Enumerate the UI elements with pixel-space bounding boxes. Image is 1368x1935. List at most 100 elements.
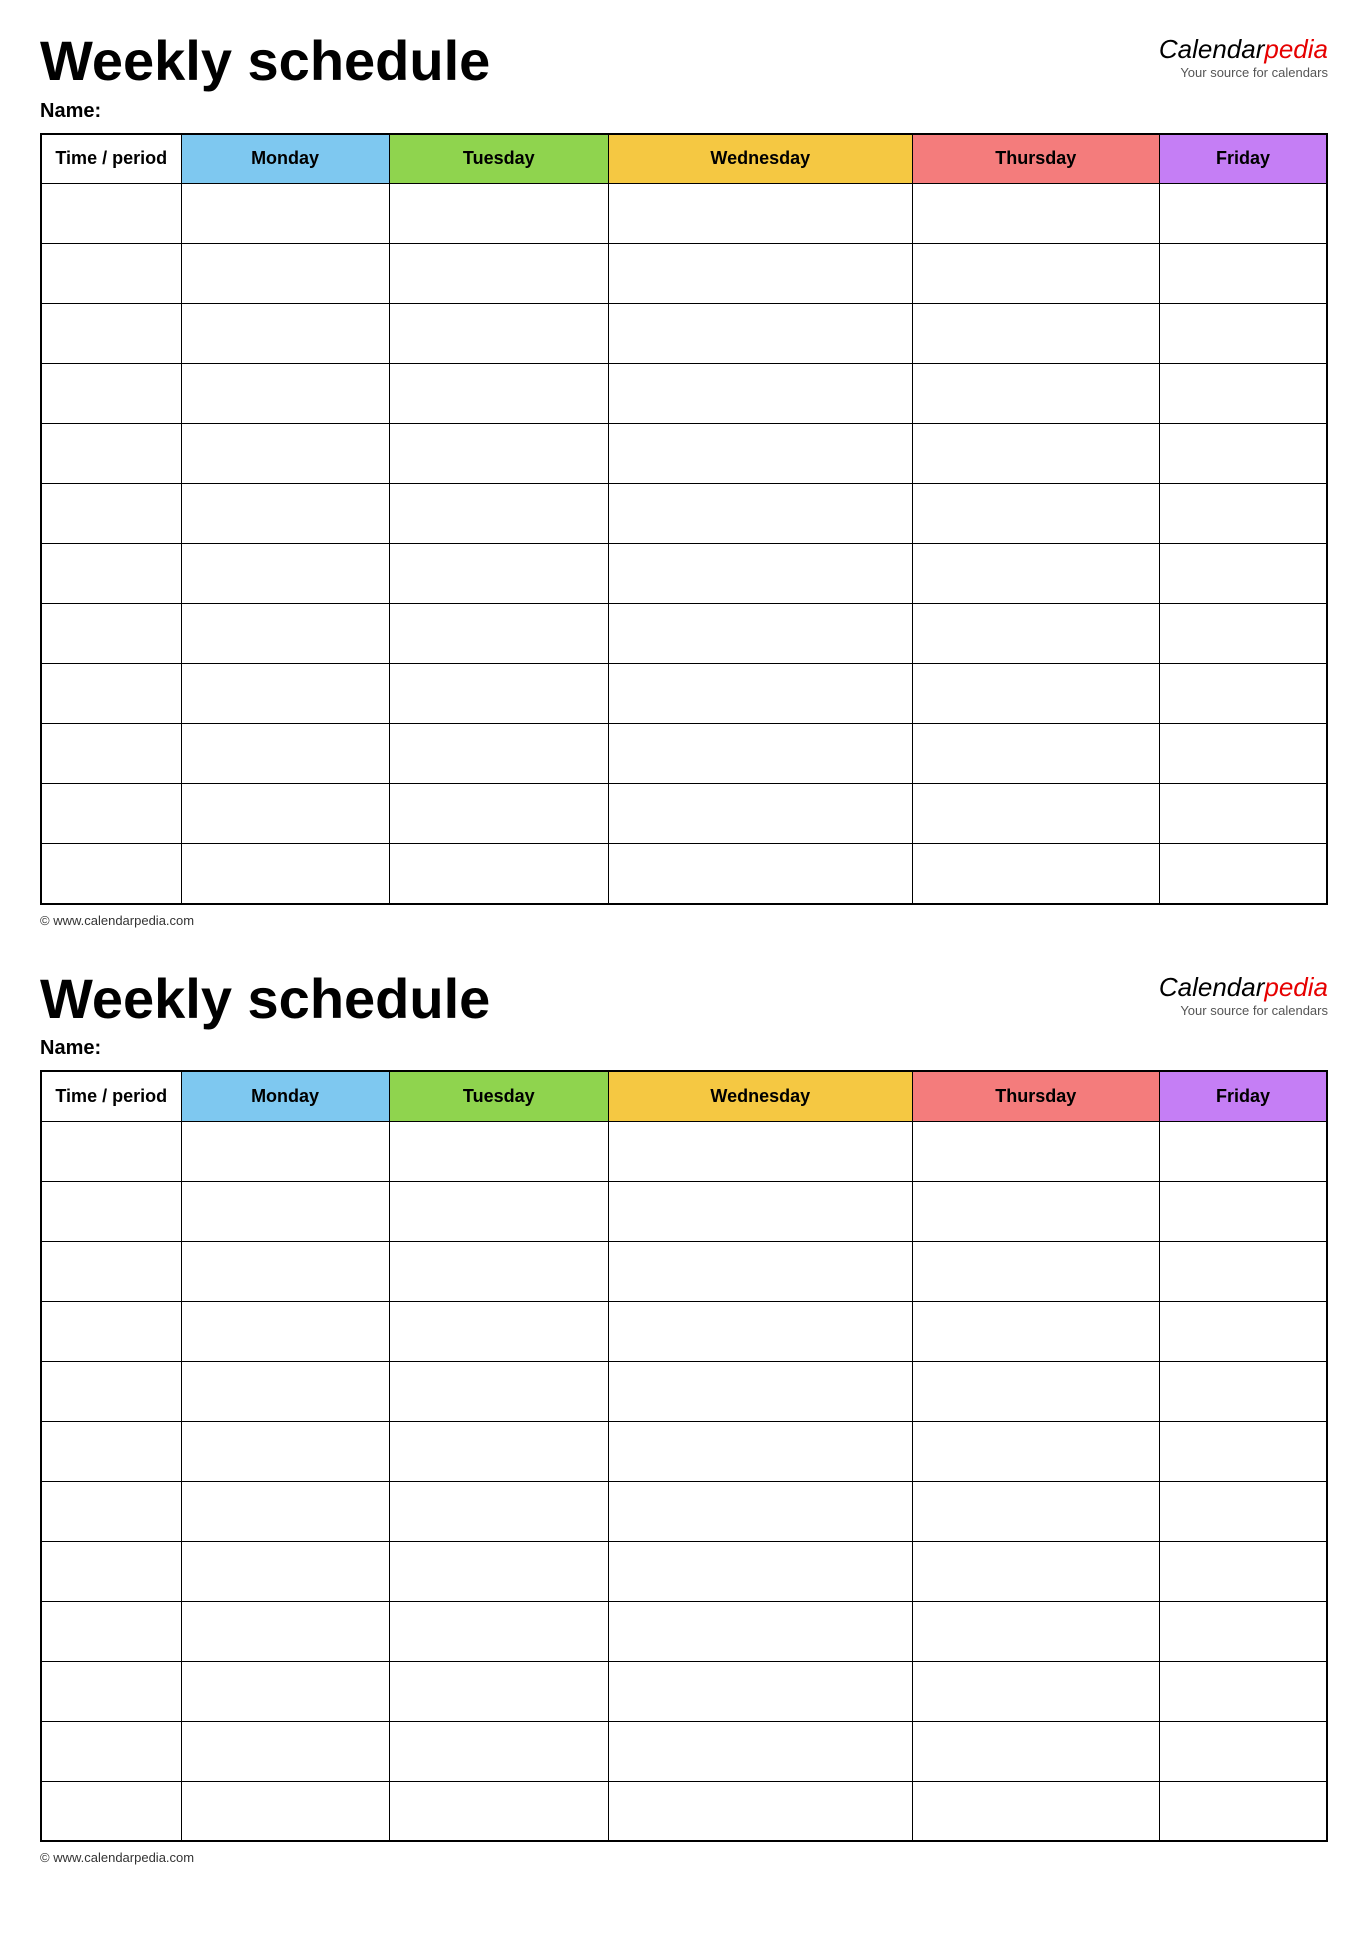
- table-cell[interactable]: [608, 1481, 912, 1541]
- table-cell[interactable]: [181, 1241, 389, 1301]
- table-cell[interactable]: [41, 1421, 181, 1481]
- table-cell[interactable]: [1160, 304, 1328, 364]
- table-cell[interactable]: [912, 484, 1159, 544]
- table-cell[interactable]: [912, 1541, 1159, 1601]
- table-cell[interactable]: [181, 1121, 389, 1181]
- table-cell[interactable]: [1160, 424, 1328, 484]
- table-cell[interactable]: [41, 784, 181, 844]
- table-cell[interactable]: [181, 364, 389, 424]
- table-cell[interactable]: [181, 1301, 389, 1361]
- table-cell[interactable]: [1160, 544, 1328, 604]
- table-cell[interactable]: [608, 1781, 912, 1841]
- table-cell[interactable]: [1160, 1481, 1328, 1541]
- table-cell[interactable]: [608, 1541, 912, 1601]
- table-cell[interactable]: [181, 244, 389, 304]
- table-cell[interactable]: [181, 604, 389, 664]
- table-cell[interactable]: [389, 304, 608, 364]
- table-cell[interactable]: [1160, 844, 1328, 904]
- table-cell[interactable]: [912, 1301, 1159, 1361]
- table-cell[interactable]: [1160, 1181, 1328, 1241]
- table-cell[interactable]: [41, 604, 181, 664]
- table-cell[interactable]: [1160, 1541, 1328, 1601]
- table-cell[interactable]: [181, 844, 389, 904]
- table-cell[interactable]: [389, 1781, 608, 1841]
- table-cell[interactable]: [912, 1121, 1159, 1181]
- table-cell[interactable]: [912, 544, 1159, 604]
- table-cell[interactable]: [181, 1721, 389, 1781]
- table-cell[interactable]: [1160, 664, 1328, 724]
- table-cell[interactable]: [608, 304, 912, 364]
- table-cell[interactable]: [912, 1481, 1159, 1541]
- table-cell[interactable]: [181, 1541, 389, 1601]
- table-cell[interactable]: [912, 304, 1159, 364]
- table-cell[interactable]: [41, 844, 181, 904]
- table-cell[interactable]: [389, 1601, 608, 1661]
- table-cell[interactable]: [912, 424, 1159, 484]
- table-cell[interactable]: [608, 844, 912, 904]
- table-cell[interactable]: [181, 544, 389, 604]
- table-cell[interactable]: [1160, 1721, 1328, 1781]
- table-cell[interactable]: [389, 664, 608, 724]
- table-cell[interactable]: [389, 1721, 608, 1781]
- table-cell[interactable]: [181, 1361, 389, 1421]
- table-cell[interactable]: [41, 1601, 181, 1661]
- table-cell[interactable]: [1160, 784, 1328, 844]
- table-cell[interactable]: [912, 1661, 1159, 1721]
- table-cell[interactable]: [181, 484, 389, 544]
- table-cell[interactable]: [41, 244, 181, 304]
- table-cell[interactable]: [1160, 1421, 1328, 1481]
- table-cell[interactable]: [41, 1361, 181, 1421]
- table-cell[interactable]: [1160, 1661, 1328, 1721]
- table-cell[interactable]: [912, 604, 1159, 664]
- table-cell[interactable]: [41, 664, 181, 724]
- table-cell[interactable]: [41, 304, 181, 364]
- table-cell[interactable]: [389, 784, 608, 844]
- table-cell[interactable]: [1160, 604, 1328, 664]
- table-cell[interactable]: [181, 664, 389, 724]
- table-cell[interactable]: [608, 1241, 912, 1301]
- table-cell[interactable]: [1160, 1121, 1328, 1181]
- table-cell[interactable]: [608, 364, 912, 424]
- table-cell[interactable]: [389, 1121, 608, 1181]
- table-cell[interactable]: [608, 484, 912, 544]
- table-cell[interactable]: [912, 724, 1159, 784]
- table-cell[interactable]: [608, 1121, 912, 1181]
- table-cell[interactable]: [912, 1421, 1159, 1481]
- table-cell[interactable]: [181, 1421, 389, 1481]
- table-cell[interactable]: [181, 1181, 389, 1241]
- table-cell[interactable]: [181, 184, 389, 244]
- table-cell[interactable]: [1160, 364, 1328, 424]
- table-cell[interactable]: [41, 1661, 181, 1721]
- table-cell[interactable]: [389, 1361, 608, 1421]
- table-cell[interactable]: [912, 784, 1159, 844]
- table-cell[interactable]: [912, 244, 1159, 304]
- table-cell[interactable]: [181, 1661, 389, 1721]
- table-cell[interactable]: [912, 184, 1159, 244]
- table-cell[interactable]: [181, 784, 389, 844]
- table-cell[interactable]: [1160, 1361, 1328, 1421]
- table-cell[interactable]: [389, 844, 608, 904]
- table-cell[interactable]: [389, 1541, 608, 1601]
- table-cell[interactable]: [41, 1781, 181, 1841]
- table-cell[interactable]: [41, 364, 181, 424]
- table-cell[interactable]: [41, 544, 181, 604]
- table-cell[interactable]: [1160, 1781, 1328, 1841]
- table-cell[interactable]: [912, 1361, 1159, 1421]
- table-cell[interactable]: [389, 1421, 608, 1481]
- table-cell[interactable]: [41, 1301, 181, 1361]
- table-cell[interactable]: [608, 1181, 912, 1241]
- table-cell[interactable]: [1160, 1241, 1328, 1301]
- table-cell[interactable]: [912, 1181, 1159, 1241]
- table-cell[interactable]: [1160, 244, 1328, 304]
- table-cell[interactable]: [41, 1121, 181, 1181]
- table-cell[interactable]: [389, 364, 608, 424]
- table-cell[interactable]: [912, 664, 1159, 724]
- table-cell[interactable]: [608, 1601, 912, 1661]
- table-cell[interactable]: [1160, 184, 1328, 244]
- table-cell[interactable]: [389, 724, 608, 784]
- table-cell[interactable]: [389, 1181, 608, 1241]
- table-cell[interactable]: [1160, 1601, 1328, 1661]
- table-cell[interactable]: [608, 544, 912, 604]
- table-cell[interactable]: [608, 724, 912, 784]
- table-cell[interactable]: [912, 1721, 1159, 1781]
